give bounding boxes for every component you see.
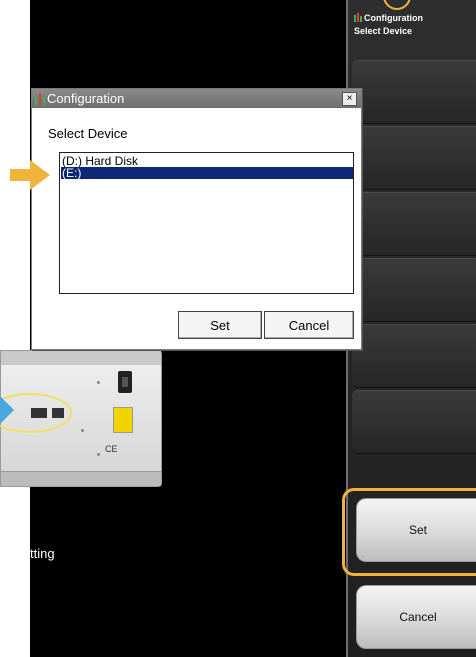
- list-item-d-drive[interactable]: (D:) Hard Disk: [61, 155, 353, 167]
- panel-subtitle: Select Device: [354, 26, 413, 36]
- dialog-title: Configuration: [47, 91, 125, 106]
- left-margin: [0, 0, 30, 657]
- configuration-icon: [35, 93, 45, 105]
- screw: [81, 429, 84, 432]
- softkey-empty: [352, 390, 476, 454]
- power-connector-pin: [122, 377, 128, 387]
- select-device-label: Select Device: [48, 126, 128, 141]
- panel-header: Configuration Select Device: [354, 12, 423, 38]
- cancel-button[interactable]: Cancel: [264, 311, 354, 339]
- softkey-cancel-button[interactable]: Cancel: [356, 585, 476, 649]
- warning-label: [113, 407, 133, 433]
- screw: [97, 381, 100, 384]
- panel-title: Configuration: [364, 13, 423, 23]
- close-button[interactable]: ×: [342, 92, 357, 106]
- close-icon: ×: [346, 93, 353, 104]
- softkey-empty: [352, 192, 476, 256]
- dialog-titlebar[interactable]: Configuration ×: [32, 89, 361, 108]
- softkey-empty: [352, 324, 476, 388]
- screenshot: CE tting Configuration Select Device Set…: [0, 0, 476, 657]
- screw: [97, 453, 100, 456]
- softkey-empty: [352, 126, 476, 190]
- device-listbox[interactable]: (D:) Hard Disk (E:): [59, 152, 354, 294]
- softkey-empty: [352, 258, 476, 322]
- background-caption: tting: [30, 546, 55, 561]
- list-item-e-drive[interactable]: (E:): [61, 167, 353, 179]
- ce-mark: CE: [105, 444, 118, 454]
- set-button[interactable]: Set: [178, 311, 262, 339]
- softkey-empty: [352, 60, 476, 124]
- set-softkey-highlight: [342, 488, 476, 576]
- configuration-icon: [354, 13, 362, 22]
- device-base: [1, 471, 161, 486]
- vent-strip: [1, 351, 161, 365]
- configuration-dialog: Configuration × Select Device (D:) Hard …: [31, 88, 362, 350]
